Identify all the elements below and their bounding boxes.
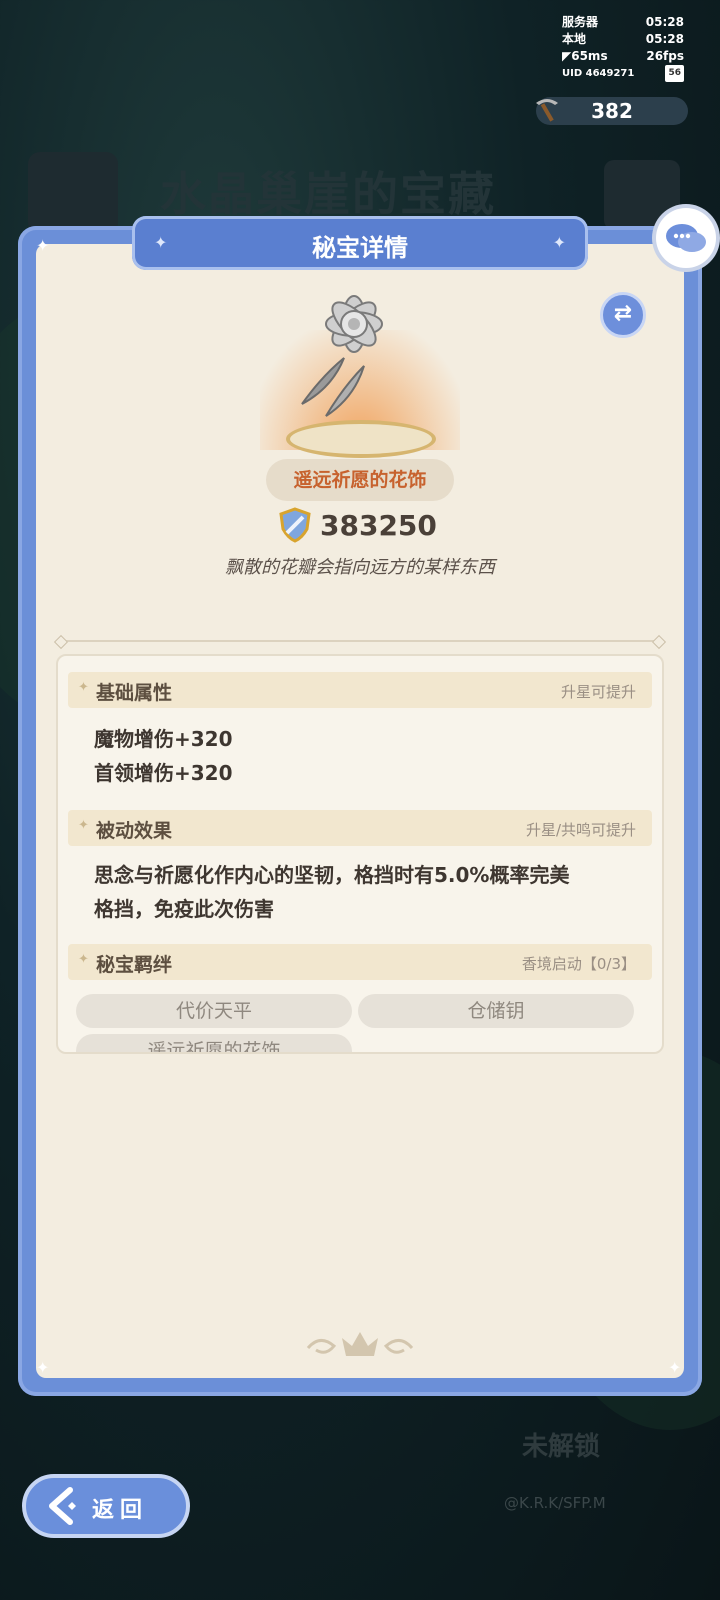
debug-status: 服务器 05:28 本地 05:28 ◤65ms 26fps UID 4649271 5… bbox=[562, 14, 684, 82]
item-description: 飘散的花瓣会指向远方的某样东西 bbox=[225, 557, 495, 578]
sparkle-icon: ✦ bbox=[552, 233, 566, 252]
back-label: 返回 bbox=[92, 1498, 149, 1523]
bond-hint: 香境启动【0/3】 bbox=[521, 955, 636, 973]
corner-star-icon: ✦ bbox=[36, 1358, 50, 1377]
shop-icon bbox=[28, 152, 118, 234]
chat-bubble-icon bbox=[666, 224, 706, 252]
back-button[interactable]: 返回 bbox=[22, 1474, 190, 1538]
star-bullet-icon: ✦ bbox=[78, 680, 89, 695]
passive-line: 格挡，免疫此次伤害 bbox=[94, 897, 274, 921]
uid-value: UID 4649271 bbox=[562, 68, 635, 79]
swap-arrows-icon: ⇄ bbox=[613, 301, 633, 326]
star-bullet-icon: ✦ bbox=[78, 952, 89, 967]
passive-effect-text: 思念与祈愿化作内心的坚韧，格挡时有5.0%概率完美 格挡，免疫此次伤害 bbox=[94, 858, 569, 926]
attribute-line: 首领增伤+320 bbox=[94, 761, 233, 785]
bond-item-balance[interactable]: 代价天平 bbox=[76, 994, 352, 1028]
bond-item-storage-key[interactable]: 仓储钥 bbox=[358, 994, 634, 1028]
star-bullet-icon: ✦ bbox=[78, 818, 89, 833]
power-value: 383250 bbox=[320, 508, 437, 542]
copyright-text: @K.R.K/SFP.M bbox=[504, 1494, 606, 1512]
bond-item-flower[interactable]: 遥远祈愿的花饰 bbox=[76, 1034, 352, 1052]
currency-value: 382 bbox=[591, 99, 633, 123]
basic-attributes-hint: 升星可提升 bbox=[560, 683, 636, 701]
section-divider bbox=[62, 640, 658, 642]
item-name: 遥远祈愿的花饰 bbox=[266, 459, 454, 501]
passive-effect-header: ✦ 被动效果 升星/共鸣可提升 bbox=[68, 810, 652, 846]
passive-effect-hint: 升星/共鸣可提升 bbox=[525, 821, 636, 839]
attribute-line: 魔物增伤+320 bbox=[94, 727, 233, 751]
swap-button[interactable]: ⇄ bbox=[600, 292, 646, 338]
corner-star-icon: ✦ bbox=[668, 1358, 682, 1377]
locked-label: 未解锁 bbox=[522, 1432, 601, 1462]
wifi-icon: ◤65ms bbox=[562, 49, 608, 63]
attributes-box[interactable]: ✦ 基础属性 升星可提升 魔物增伤+320 首领增伤+320 ✦ 被动效果 升星… bbox=[56, 654, 664, 1054]
passive-effect-title: 被动效果 bbox=[96, 820, 173, 842]
back-arrow-icon bbox=[49, 1487, 76, 1525]
power-display: 383250 bbox=[278, 507, 437, 543]
ping-value: 65ms bbox=[571, 49, 608, 63]
panel-title: 秘宝详情 bbox=[312, 234, 408, 262]
chat-button[interactable] bbox=[656, 208, 716, 268]
basic-attributes-header: ✦ 基础属性 升星可提升 bbox=[68, 672, 652, 708]
bond-header: ✦ 秘宝羁绊 香境启动【0/3】 bbox=[68, 944, 652, 980]
battery-icon: 56 bbox=[665, 65, 684, 82]
crown-ornament-icon bbox=[306, 1332, 414, 1356]
fps-value: 26fps bbox=[646, 49, 684, 63]
panel-header: ✦ 秘宝详情 ✦ bbox=[132, 216, 588, 270]
item-pedestal bbox=[286, 420, 436, 458]
local-label: 本地 bbox=[562, 32, 587, 46]
basic-attributes-list: 魔物增伤+320 首领增伤+320 bbox=[94, 722, 233, 790]
currency-counter: 382 bbox=[536, 97, 688, 125]
flower-ornament-icon bbox=[301, 295, 383, 417]
local-time: 05:28 bbox=[645, 32, 684, 46]
server-time: 05:28 bbox=[645, 15, 684, 29]
server-label: 服务器 bbox=[562, 15, 599, 29]
shield-sword-icon bbox=[279, 507, 311, 543]
background-title: 水晶巢崖的宝藏 bbox=[160, 167, 496, 221]
bond-title: 秘宝羁绊 bbox=[96, 954, 173, 976]
corner-star-icon: ✦ bbox=[36, 236, 50, 255]
basic-attributes-title: 基础属性 bbox=[96, 682, 173, 704]
passive-line: 思念与祈愿化作内心的坚韧，格挡时有5.0%概率完美 bbox=[94, 863, 570, 887]
